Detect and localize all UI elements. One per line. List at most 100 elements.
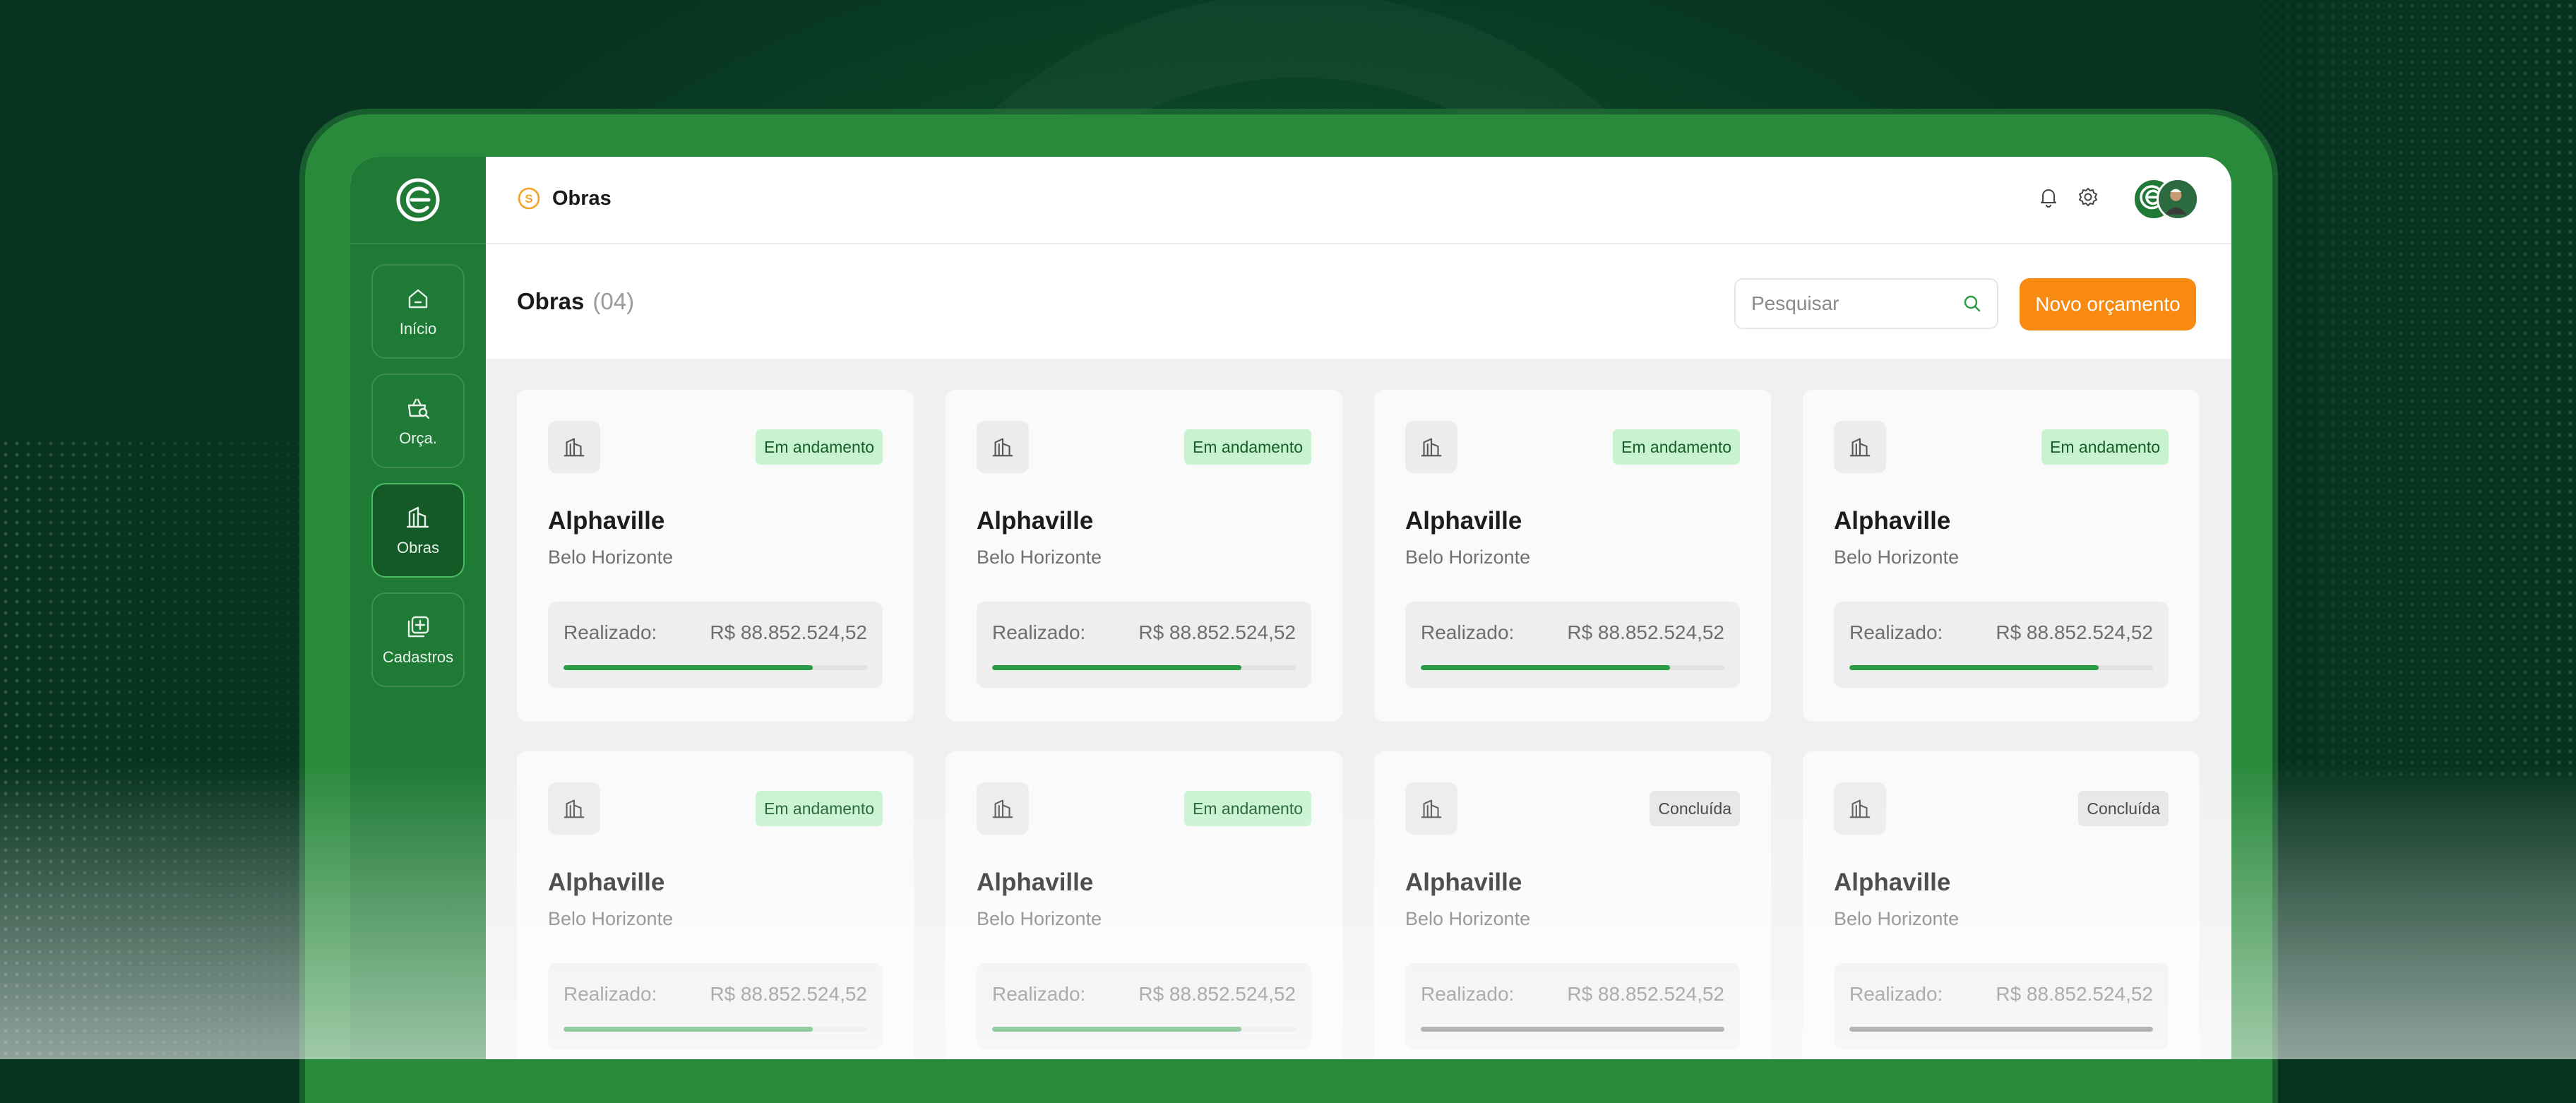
progress-bar-fill xyxy=(1849,1027,2153,1032)
building-icon xyxy=(1421,438,1442,457)
gear-icon[interactable] xyxy=(2076,185,2100,209)
obra-card[interactable]: Em andamento Alphaville Belo Horizonte Real… xyxy=(946,751,1342,1059)
progress-box: Realizado: R$ 88.852.524,52 xyxy=(1405,963,1740,1049)
card-city: Belo Horizonte xyxy=(1834,908,1960,929)
obra-card[interactable]: Em andamento Alphaville Belo Horizonte Real… xyxy=(1803,390,2200,722)
obra-card[interactable]: Em andamento Alphaville Belo Horizonte Real… xyxy=(1374,390,1771,722)
status-badge: Em andamento xyxy=(756,791,883,826)
search-icon[interactable] xyxy=(1962,293,1983,314)
progress-label: Realizado: xyxy=(1849,983,1943,1005)
progress-box: Realizado: R$ 88.852.524,52 xyxy=(977,602,1311,688)
progress-bar xyxy=(564,665,867,670)
card-building-icon xyxy=(548,421,600,473)
progress-value: R$ 88.852.524,52 xyxy=(1138,621,1296,643)
card-city: Belo Horizonte xyxy=(1405,547,1531,568)
card-name: Alphaville xyxy=(1834,507,1951,535)
progress-bar-fill xyxy=(1421,1027,1724,1032)
progress-box: Realizado: R$ 88.852.524,52 xyxy=(548,602,883,688)
search-field[interactable] xyxy=(1734,278,1998,329)
progress-value: R$ 88.852.524,52 xyxy=(1567,621,1724,643)
building-icon xyxy=(564,438,585,457)
card-building-icon xyxy=(548,782,600,835)
progress-bar-fill xyxy=(1421,665,1670,670)
card-name: Alphaville xyxy=(1405,869,1522,896)
progress-bar-fill xyxy=(564,1027,813,1032)
progress-box: Realizado: R$ 88.852.524,52 xyxy=(548,963,883,1049)
building-icon xyxy=(1849,799,1871,818)
progress-label: Realizado: xyxy=(564,621,657,643)
obra-card[interactable]: Em andamento Alphaville Belo Horizonte Real… xyxy=(946,390,1342,722)
home-icon xyxy=(408,289,428,309)
progress-bar xyxy=(1421,665,1724,670)
topbar-icons xyxy=(2037,185,2100,209)
progress-bar-fill xyxy=(1849,665,2099,670)
obra-card[interactable]: Concluída Alphaville Belo Horizonte Realiza… xyxy=(1374,751,1771,1059)
progress-value: R$ 88.852.524,52 xyxy=(710,983,867,1005)
progress-label: Realizado: xyxy=(1421,621,1515,643)
progress-bar-fill xyxy=(992,1027,1241,1032)
breadcrumb-title: Obras xyxy=(552,186,612,210)
bell-icon[interactable] xyxy=(2037,185,2061,209)
progress-value: R$ 88.852.524,52 xyxy=(1996,983,2153,1005)
card-city: Belo Horizonte xyxy=(1834,547,1960,568)
card-city: Belo Horizonte xyxy=(977,547,1102,568)
card-building-icon xyxy=(977,782,1029,835)
card-city: Belo Horizonte xyxy=(977,908,1102,929)
avatar-group[interactable] xyxy=(2133,178,2200,222)
topbar: S Obras xyxy=(486,157,2231,244)
status-badge: Em andamento xyxy=(1613,429,1740,465)
progress-label: Realizado: xyxy=(992,621,1086,643)
progress-label: Realizado: xyxy=(1421,983,1515,1005)
progress-bar xyxy=(1849,1027,2153,1032)
cards-grid: Em andamento Alphaville Belo Horizonte Real… xyxy=(486,359,2231,1059)
card-city: Belo Horizonte xyxy=(548,547,674,568)
progress-box: Realizado: R$ 88.852.524,52 xyxy=(1834,602,2169,688)
progress-box: Realizado: R$ 88.852.524,52 xyxy=(1834,963,2169,1049)
progress-label: Realizado: xyxy=(992,983,1086,1005)
main-area: S Obras Obras (04) Pesquisar Novo orçame… xyxy=(486,157,2231,1059)
progress-bar xyxy=(564,1027,867,1032)
user-avatar xyxy=(2157,178,2199,220)
progress-bar-fill xyxy=(564,665,813,670)
card-name: Alphaville xyxy=(548,507,665,535)
sidebar-item-obras[interactable]: Obras xyxy=(371,483,465,578)
obra-card[interactable]: Em andamento Alphaville Belo Horizonte Real… xyxy=(517,751,914,1059)
logo-icon[interactable] xyxy=(395,177,441,223)
sidebar-item-orca[interactable]: Orça. xyxy=(371,374,465,468)
progress-bar xyxy=(992,1027,1296,1032)
progress-bar xyxy=(1421,1027,1724,1032)
progress-value: R$ 88.852.524,52 xyxy=(710,621,867,643)
building-icon xyxy=(1421,799,1442,818)
progress-bar xyxy=(992,665,1296,670)
card-city: Belo Horizonte xyxy=(548,908,674,929)
search-input[interactable] xyxy=(1750,292,1950,316)
progress-value: R$ 88.852.524,52 xyxy=(1996,621,2153,643)
status-badge: Em andamento xyxy=(1184,791,1311,826)
obra-card[interactable]: Concluída Alphaville Belo Horizonte Realiza… xyxy=(1803,751,2200,1059)
card-building-icon xyxy=(1834,782,1886,835)
sidebar-item-cadastros[interactable]: Cadastros xyxy=(371,592,465,687)
sidebar-item-label: Orça. xyxy=(399,429,437,447)
card-city: Belo Horizonte xyxy=(1405,908,1531,929)
status-badge: Concluída xyxy=(1650,791,1740,826)
coin-icon: S xyxy=(518,187,540,210)
card-name: Alphaville xyxy=(977,869,1094,896)
progress-value: R$ 88.852.524,52 xyxy=(1567,983,1724,1005)
card-name: Alphaville xyxy=(1405,507,1522,535)
add-square-icon xyxy=(407,616,429,638)
card-building-icon xyxy=(1834,421,1886,473)
sidebar-item-inicio[interactable]: Início xyxy=(371,264,465,359)
progress-value: R$ 88.852.524,52 xyxy=(1138,983,1296,1005)
breadcrumb: S Obras xyxy=(517,186,612,210)
progress-box: Realizado: R$ 88.852.524,52 xyxy=(1405,602,1740,688)
app-screen: Início Orça. Obras Cadastros S Obras Obr… xyxy=(350,157,2231,1059)
progress-label: Realizado: xyxy=(564,983,657,1005)
page-title-text: Obras xyxy=(517,288,585,314)
obra-card[interactable]: Em andamento Alphaville Belo Horizonte Real… xyxy=(517,390,914,722)
new-budget-button[interactable]: Novo orçamento xyxy=(2020,278,2196,330)
page-header: Obras (04) Novo orçamento xyxy=(486,244,2231,359)
sidebar-item-label: Obras xyxy=(397,539,439,556)
card-building-icon xyxy=(1405,782,1457,835)
status-badge: Em andamento xyxy=(1184,429,1311,465)
basket-search-icon xyxy=(407,398,430,419)
